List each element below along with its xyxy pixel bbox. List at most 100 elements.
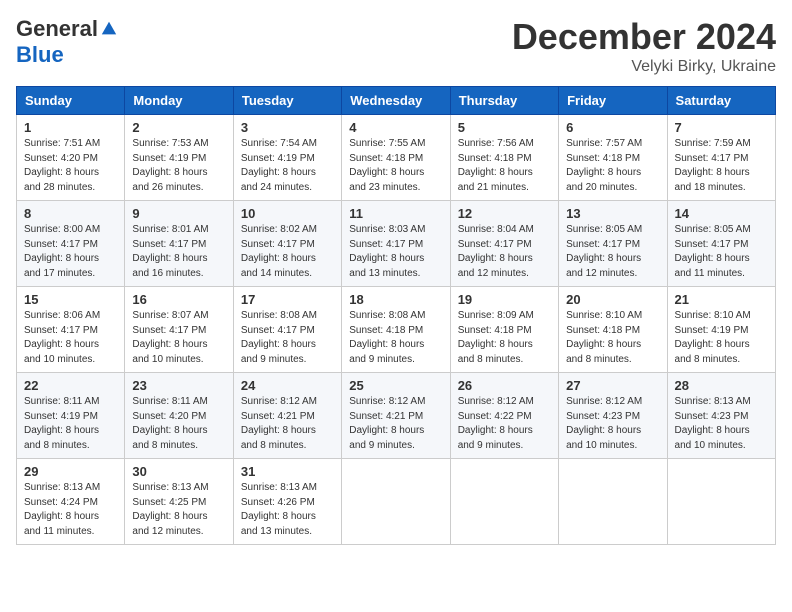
- day-info: Sunrise: 8:05 AMSunset: 4:17 PMDaylight:…: [566, 223, 659, 281]
- calendar-cell: 16 Sunrise: 8:07 AMSunset: 4:17 PMDayligh…: [125, 287, 233, 373]
- day-info: Sunrise: 7:54 AMSunset: 4:19 PMDaylight:…: [241, 137, 334, 195]
- calendar-cell: [450, 459, 558, 545]
- calendar-cell: 3 Sunrise: 7:54 AMSunset: 4:19 PMDaylight…: [233, 115, 341, 201]
- day-number: 3: [241, 120, 334, 135]
- day-number: 1: [24, 120, 117, 135]
- day-info: Sunrise: 7:55 AMSunset: 4:18 PMDaylight:…: [349, 137, 442, 195]
- calendar-cell: 10Sunrise: 8:02 AMSunset: 4:17 PMDayligh…: [233, 201, 341, 287]
- calendar-cell: 5 Sunrise: 7:56 AMSunset: 4:18 PMDaylight…: [450, 115, 558, 201]
- calendar-cell: 19Sunrise: 8:09 AMSunset: 4:18 PMDayligh…: [450, 287, 558, 373]
- calendar-cell: 9 Sunrise: 8:01 AMSunset: 4:17 PMDaylight…: [125, 201, 233, 287]
- day-info: Sunrise: 8:01 AMSunset: 4:17 PMDaylight:…: [132, 223, 225, 281]
- calendar-cell: 13 Sunrise: 8:05 AMSunset: 4:17 PMDayligh…: [559, 201, 667, 287]
- day-info: Sunrise: 7:56 AMSunset: 4:18 PMDaylight:…: [458, 137, 551, 195]
- day-number: 4: [349, 120, 442, 135]
- day-number: 20: [566, 292, 659, 307]
- day-number: 8: [24, 206, 117, 221]
- day-number: 14: [675, 206, 768, 221]
- calendar-cell: 22Sunrise: 8:11 AMSunset: 4:19 PMDayligh…: [17, 373, 125, 459]
- day-number: 28: [675, 378, 768, 393]
- calendar-cell: 28 Sunrise: 8:13 AMSunset: 4:23 PMDayligh…: [667, 373, 775, 459]
- day-number: 17: [241, 292, 334, 307]
- calendar-week-row: 15Sunrise: 8:06 AMSunset: 4:17 PMDayligh…: [17, 287, 776, 373]
- day-number: 5: [458, 120, 551, 135]
- day-info: Sunrise: 8:13 AMSunset: 4:23 PMDaylight:…: [675, 395, 768, 453]
- day-number: 19: [458, 292, 551, 307]
- calendar-header-tuesday: Tuesday: [233, 87, 341, 115]
- calendar-cell: 7 Sunrise: 7:59 AMSunset: 4:17 PMDaylight…: [667, 115, 775, 201]
- calendar-week-row: 22Sunrise: 8:11 AMSunset: 4:19 PMDayligh…: [17, 373, 776, 459]
- calendar-cell: 1 Sunrise: 7:51 AMSunset: 4:20 PMDaylight…: [17, 115, 125, 201]
- calendar-cell: 15Sunrise: 8:06 AMSunset: 4:17 PMDayligh…: [17, 287, 125, 373]
- day-number: 23: [132, 378, 225, 393]
- day-number: 21: [675, 292, 768, 307]
- calendar-header-monday: Monday: [125, 87, 233, 115]
- day-info: Sunrise: 7:59 AMSunset: 4:17 PMDaylight:…: [675, 137, 768, 195]
- calendar-cell: 4 Sunrise: 7:55 AMSunset: 4:18 PMDaylight…: [342, 115, 450, 201]
- day-number: 30: [132, 464, 225, 479]
- day-number: 25: [349, 378, 442, 393]
- day-info: Sunrise: 8:13 AMSunset: 4:26 PMDaylight:…: [241, 481, 334, 539]
- day-info: Sunrise: 8:08 AMSunset: 4:17 PMDaylight:…: [241, 309, 334, 367]
- calendar-week-row: 8Sunrise: 8:00 AMSunset: 4:17 PMDaylight…: [17, 201, 776, 287]
- calendar-week-row: 29 Sunrise: 8:13 AMSunset: 4:24 PMDayligh…: [17, 459, 776, 545]
- day-info: Sunrise: 8:10 AMSunset: 4:18 PMDaylight:…: [566, 309, 659, 367]
- day-info: Sunrise: 8:11 AMSunset: 4:19 PMDaylight:…: [24, 395, 117, 453]
- day-info: Sunrise: 8:10 AMSunset: 4:19 PMDaylight:…: [675, 309, 768, 367]
- day-info: Sunrise: 8:07 AMSunset: 4:17 PMDaylight:…: [132, 309, 225, 367]
- calendar-cell: 11Sunrise: 8:03 AMSunset: 4:17 PMDayligh…: [342, 201, 450, 287]
- calendar-cell: 17 Sunrise: 8:08 AMSunset: 4:17 PMDayligh…: [233, 287, 341, 373]
- calendar-cell: [667, 459, 775, 545]
- day-info: Sunrise: 8:12 AMSunset: 4:22 PMDaylight:…: [458, 395, 551, 453]
- day-number: 26: [458, 378, 551, 393]
- day-number: 10: [241, 206, 334, 221]
- calendar-cell: [342, 459, 450, 545]
- day-number: 7: [675, 120, 768, 135]
- day-number: 9: [132, 206, 225, 221]
- calendar-cell: 26 Sunrise: 8:12 AMSunset: 4:22 PMDayligh…: [450, 373, 558, 459]
- calendar-cell: 24 Sunrise: 8:12 AMSunset: 4:21 PMDayligh…: [233, 373, 341, 459]
- day-info: Sunrise: 8:08 AMSunset: 4:18 PMDaylight:…: [349, 309, 442, 367]
- location: Velyki Birky, Ukraine: [512, 58, 776, 76]
- day-number: 16: [132, 292, 225, 307]
- day-number: 24: [241, 378, 334, 393]
- day-info: Sunrise: 8:05 AMSunset: 4:17 PMDaylight:…: [675, 223, 768, 281]
- day-info: Sunrise: 7:51 AMSunset: 4:20 PMDaylight:…: [24, 137, 117, 195]
- day-info: Sunrise: 8:12 AMSunset: 4:23 PMDaylight:…: [566, 395, 659, 453]
- calendar-header-row: SundayMondayTuesdayWednesdayThursdayFrid…: [17, 87, 776, 115]
- title-block: December 2024 Velyki Birky, Ukraine: [512, 16, 776, 76]
- calendar-week-row: 1 Sunrise: 7:51 AMSunset: 4:20 PMDaylight…: [17, 115, 776, 201]
- logo-icon: [100, 20, 118, 38]
- day-info: Sunrise: 8:11 AMSunset: 4:20 PMDaylight:…: [132, 395, 225, 453]
- calendar-table: SundayMondayTuesdayWednesdayThursdayFrid…: [16, 86, 776, 545]
- day-number: 13: [566, 206, 659, 221]
- calendar-cell: 31 Sunrise: 8:13 AMSunset: 4:26 PMDayligh…: [233, 459, 341, 545]
- calendar-header-sunday: Sunday: [17, 87, 125, 115]
- day-number: 27: [566, 378, 659, 393]
- calendar-cell: 20 Sunrise: 8:10 AMSunset: 4:18 PMDayligh…: [559, 287, 667, 373]
- day-info: Sunrise: 8:13 AMSunset: 4:24 PMDaylight:…: [24, 481, 117, 539]
- calendar-cell: 18 Sunrise: 8:08 AMSunset: 4:18 PMDayligh…: [342, 287, 450, 373]
- day-info: Sunrise: 8:12 AMSunset: 4:21 PMDaylight:…: [241, 395, 334, 453]
- logo-general-text: General: [16, 16, 98, 42]
- day-number: 29: [24, 464, 117, 479]
- page-header: General Blue December 2024 Velyki Birky,…: [16, 16, 776, 76]
- calendar-cell: 14 Sunrise: 8:05 AMSunset: 4:17 PMDayligh…: [667, 201, 775, 287]
- calendar-cell: 27 Sunrise: 8:12 AMSunset: 4:23 PMDayligh…: [559, 373, 667, 459]
- calendar-cell: 2Sunrise: 7:53 AMSunset: 4:19 PMDaylight…: [125, 115, 233, 201]
- day-info: Sunrise: 8:04 AMSunset: 4:17 PMDaylight:…: [458, 223, 551, 281]
- day-info: Sunrise: 7:53 AMSunset: 4:19 PMDaylight:…: [132, 137, 225, 195]
- day-number: 6: [566, 120, 659, 135]
- calendar-cell: 8Sunrise: 8:00 AMSunset: 4:17 PMDaylight…: [17, 201, 125, 287]
- calendar-cell: [559, 459, 667, 545]
- calendar-header-thursday: Thursday: [450, 87, 558, 115]
- calendar-cell: 21 Sunrise: 8:10 AMSunset: 4:19 PMDayligh…: [667, 287, 775, 373]
- day-number: 18: [349, 292, 442, 307]
- day-number: 11: [349, 206, 442, 221]
- day-number: 15: [24, 292, 117, 307]
- day-number: 12: [458, 206, 551, 221]
- day-number: 31: [241, 464, 334, 479]
- calendar-cell: 29 Sunrise: 8:13 AMSunset: 4:24 PMDayligh…: [17, 459, 125, 545]
- logo: General Blue: [16, 16, 118, 68]
- calendar-header-friday: Friday: [559, 87, 667, 115]
